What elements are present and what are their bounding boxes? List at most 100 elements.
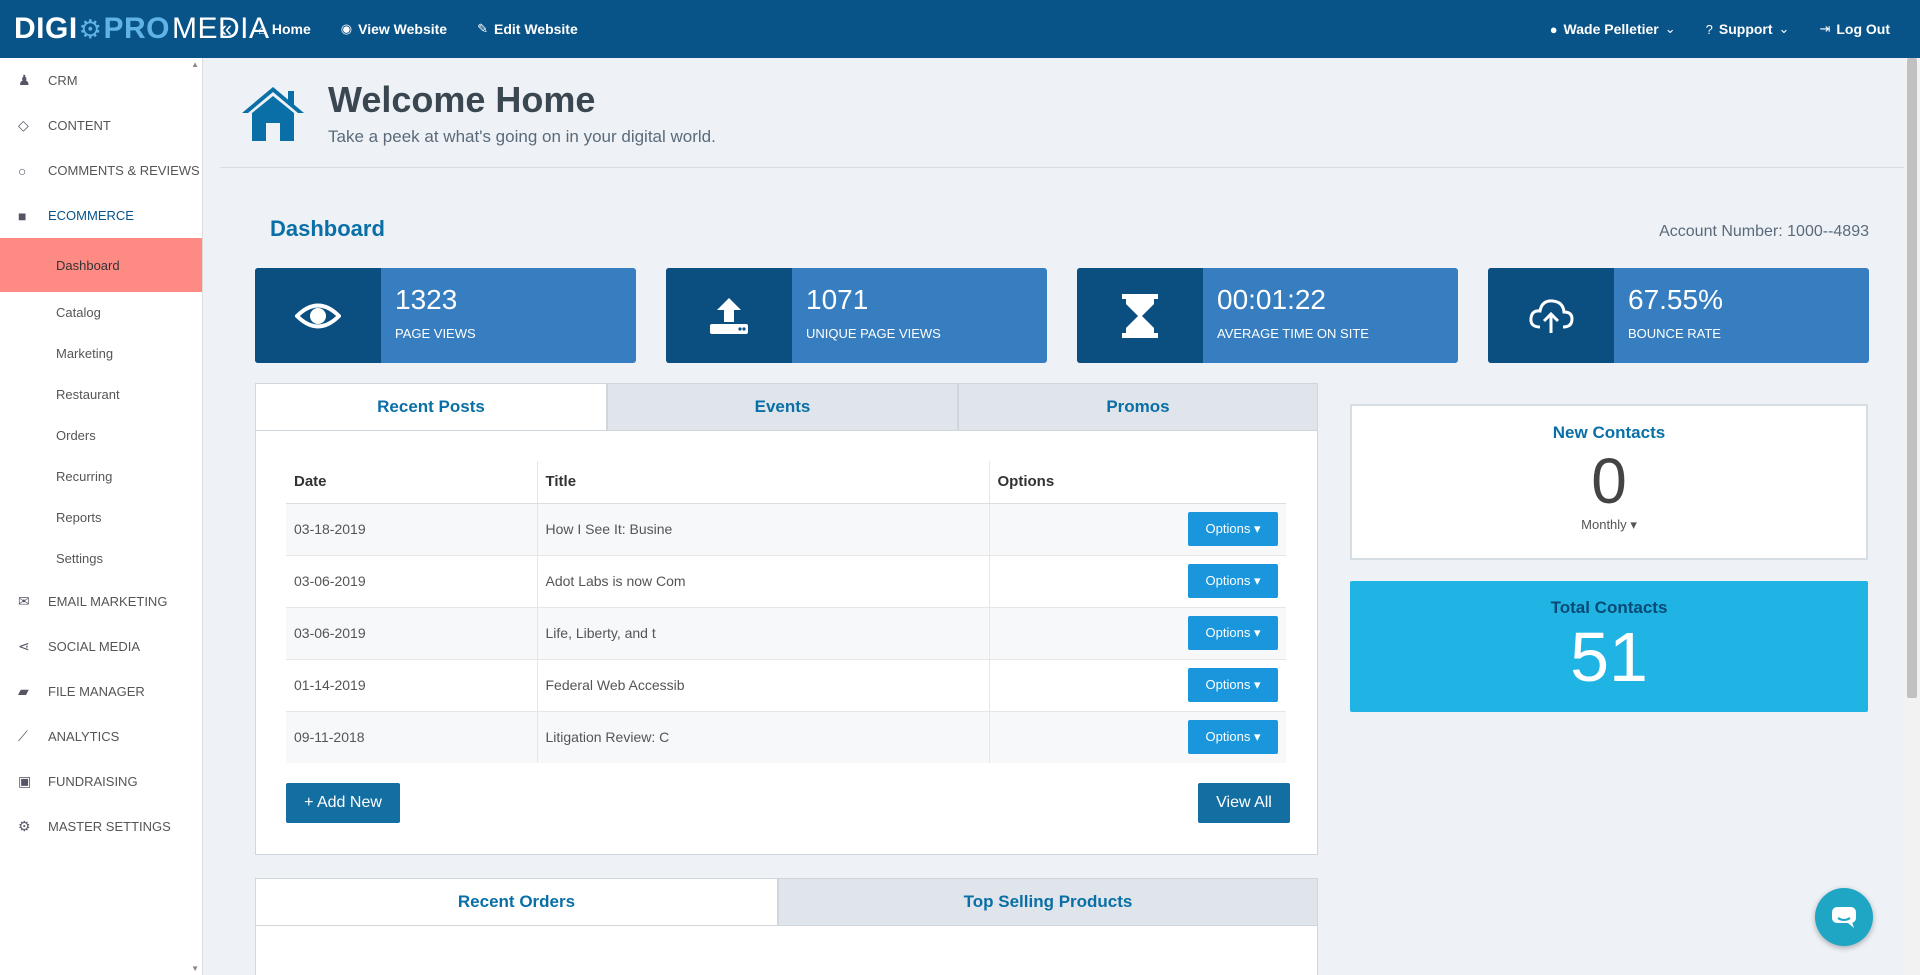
post-options-cell: Options ▾	[988, 606, 1286, 659]
sidebar-item-file-manager[interactable]: ▰ FILE MANAGER	[0, 669, 202, 714]
sidebar-item-content[interactable]: ◇ CONTENT	[0, 103, 202, 148]
sidebar-item-crm[interactable]: ♟ CRM	[0, 58, 202, 103]
post-date: 09-11-2018	[286, 710, 538, 763]
share-icon: ⋖	[18, 638, 30, 654]
dashboard-heading: Dashboard	[270, 216, 385, 241]
question-circle-icon: ?	[1705, 21, 1713, 37]
line-chart-icon: ⟋	[18, 728, 28, 744]
column-header-date: Date	[286, 461, 538, 504]
logout-link[interactable]: ⇥ Log Out	[1819, 21, 1890, 37]
post-title: Federal Web Accessib	[537, 658, 989, 711]
sidebar-item-label: ANALYTICS	[48, 729, 120, 744]
diamond-icon: ◇	[18, 117, 29, 133]
stat-unique-page-views: 1071 UNIQUE PAGE VIEWS	[666, 268, 1047, 363]
sidebar-sub-reports[interactable]: Reports	[0, 497, 202, 538]
stat-value: 00:01:22	[1217, 284, 1326, 315]
sidebar-item-label: ECOMMERCE	[48, 208, 134, 223]
options-label: Options	[1205, 729, 1251, 745]
scroll-up-arrow-icon[interactable]: ▲	[191, 60, 199, 69]
tab-recent-posts[interactable]: Recent Posts	[255, 383, 607, 431]
gear-icon: ⚙	[18, 818, 31, 834]
sidebar-item-fundraising[interactable]: ▣ FUNDRAISING	[0, 759, 202, 804]
table-row: 09-11-2018 Litigation Review: C Options …	[286, 710, 1286, 763]
nav-edit-website-link[interactable]: ✎ Edit Website	[477, 21, 578, 37]
support-dropdown[interactable]: ? Support ⌄	[1706, 21, 1790, 37]
recent-orders-panel	[255, 925, 1318, 975]
top-navbar: DIGI ⚙ PRO MEDIA « ⌂ Home ◉ View Website ✎ Edi…	[0, 0, 1920, 58]
sidebar-sub-marketing[interactable]: Marketing	[0, 333, 202, 374]
options-label: Options	[1205, 521, 1251, 536]
stat-label: AVERAGE TIME ON SITE	[1217, 326, 1369, 341]
stat-label: BOUNCE RATE	[1628, 326, 1721, 341]
collapse-sidebar-icon[interactable]: «	[206, 16, 246, 42]
sidebar-sub-restaurant[interactable]: Restaurant	[0, 374, 202, 415]
sidebar-item-analytics[interactable]: ⟋ ANALYTICS	[0, 714, 202, 759]
chevron-down-icon: ⌄	[1664, 21, 1676, 36]
sidebar-sub-settings[interactable]: Settings	[0, 538, 202, 579]
nav-home-link[interactable]: ⌂ Home	[258, 21, 311, 37]
tab-promos[interactable]: Promos	[958, 383, 1318, 431]
caret-down-icon: ▾	[1253, 625, 1261, 640]
tab-recent-orders[interactable]: Recent Orders	[255, 878, 778, 926]
post-title: Life, Liberty, and t	[537, 606, 989, 659]
page-scrollbar[interactable]	[1904, 58, 1920, 975]
post-options-cell: Options ▾	[988, 554, 1286, 607]
stat-bounce-rate: 67.55% BOUNCE RATE	[1488, 268, 1869, 363]
brand-logo[interactable]: DIGI ⚙ PRO MEDIA	[0, 0, 269, 58]
stat-value: 1323	[395, 284, 458, 315]
logout-label: Log Out	[1836, 21, 1890, 37]
caret-down-icon: ▾	[1630, 517, 1637, 532]
options-button[interactable]: Options ▾	[1188, 512, 1278, 546]
post-date: 01-14-2019	[286, 658, 538, 711]
post-options-cell: Options ▾	[988, 710, 1286, 763]
user-dropdown[interactable]: ● Wade Pelletier ⌄	[1550, 21, 1676, 37]
home-icon	[242, 86, 304, 141]
nav-view-website-link[interactable]: ◉ View Website	[341, 21, 447, 37]
folder-icon: ▰	[18, 683, 29, 699]
options-button[interactable]: Options ▾	[1188, 616, 1278, 650]
chat-widget-button[interactable]	[1815, 888, 1873, 946]
sidebar-sub-orders[interactable]: Orders	[0, 415, 202, 456]
table-header-row: Date Title Options	[286, 461, 1286, 504]
period-dropdown[interactable]: Monthly ▾	[1352, 517, 1866, 533]
sidebar-sub-recurring[interactable]: Recurring	[0, 456, 202, 497]
logo-text-digi: DIGI	[14, 12, 78, 45]
options-button[interactable]: Options ▾	[1188, 720, 1278, 755]
options-label: Options	[1205, 573, 1251, 588]
scrollbar-thumb[interactable]	[1907, 58, 1917, 698]
column-header-options: Options	[988, 461, 1286, 504]
account-number: Account Number: 1000--4893	[1659, 223, 1869, 240]
total-contacts-card: Total Contacts 51	[1350, 581, 1868, 712]
total-contacts-title: Total Contacts	[1550, 598, 1668, 617]
sidebar-item-label: FILE MANAGER	[48, 684, 145, 699]
caret-down-icon: ▾	[1253, 677, 1261, 692]
user-name: Wade Pelletier	[1563, 21, 1659, 37]
logo-text-pro: PRO	[103, 12, 170, 45]
options-label: Options	[1205, 625, 1251, 640]
options-button[interactable]: Options ▾	[1188, 564, 1278, 598]
add-new-button[interactable]: + Add New	[286, 783, 400, 823]
nav-edit-website-label: Edit Website	[493, 21, 578, 37]
scroll-down-arrow-icon[interactable]: ▼	[191, 964, 199, 973]
welcome-text: Welcome Home Take a peek at what's going…	[328, 79, 716, 147]
table-row: 03-18-2019 How I See It: Busine Options …	[286, 502, 1286, 555]
sidebar-item-email-marketing[interactable]: ✉ EMAIL MARKETING	[0, 579, 202, 624]
tab-events[interactable]: Events	[607, 383, 958, 431]
sidebar-item-social-media[interactable]: ⋖ SOCIAL MEDIA	[0, 624, 202, 669]
stat-label: UNIQUE PAGE VIEWS	[806, 326, 941, 341]
sidebar-item-ecommerce[interactable]: ■ ECOMMERCE	[0, 193, 202, 238]
tab-top-selling-products[interactable]: Top Selling Products	[778, 878, 1318, 926]
main-content: Welcome Home Take a peek at what's going…	[220, 58, 1904, 975]
view-all-button[interactable]: View All	[1198, 783, 1290, 823]
page-subtitle: Take a peek at what's going on in your d…	[328, 126, 716, 146]
sidebar-item-comments-reviews[interactable]: ○ COMMENTS & REVIEWS	[0, 148, 202, 193]
user-menu: ● Wade Pelletier ⌄ ? Support ⌄ ⇥ Log Out	[1550, 0, 1890, 58]
post-date: 03-18-2019	[286, 502, 538, 555]
options-button[interactable]: Options ▾	[1188, 668, 1278, 702]
nav-home-label: Home	[271, 21, 311, 37]
sidebar-sub-dashboard[interactable]: Dashboard	[0, 238, 202, 292]
sidebar-item-master-settings[interactable]: ⚙ MASTER SETTINGS	[0, 804, 202, 849]
post-options-cell: Options ▾	[988, 502, 1286, 555]
sidebar-sub-catalog[interactable]: Catalog	[0, 292, 202, 333]
post-title: How I See It: Busine	[537, 502, 989, 555]
